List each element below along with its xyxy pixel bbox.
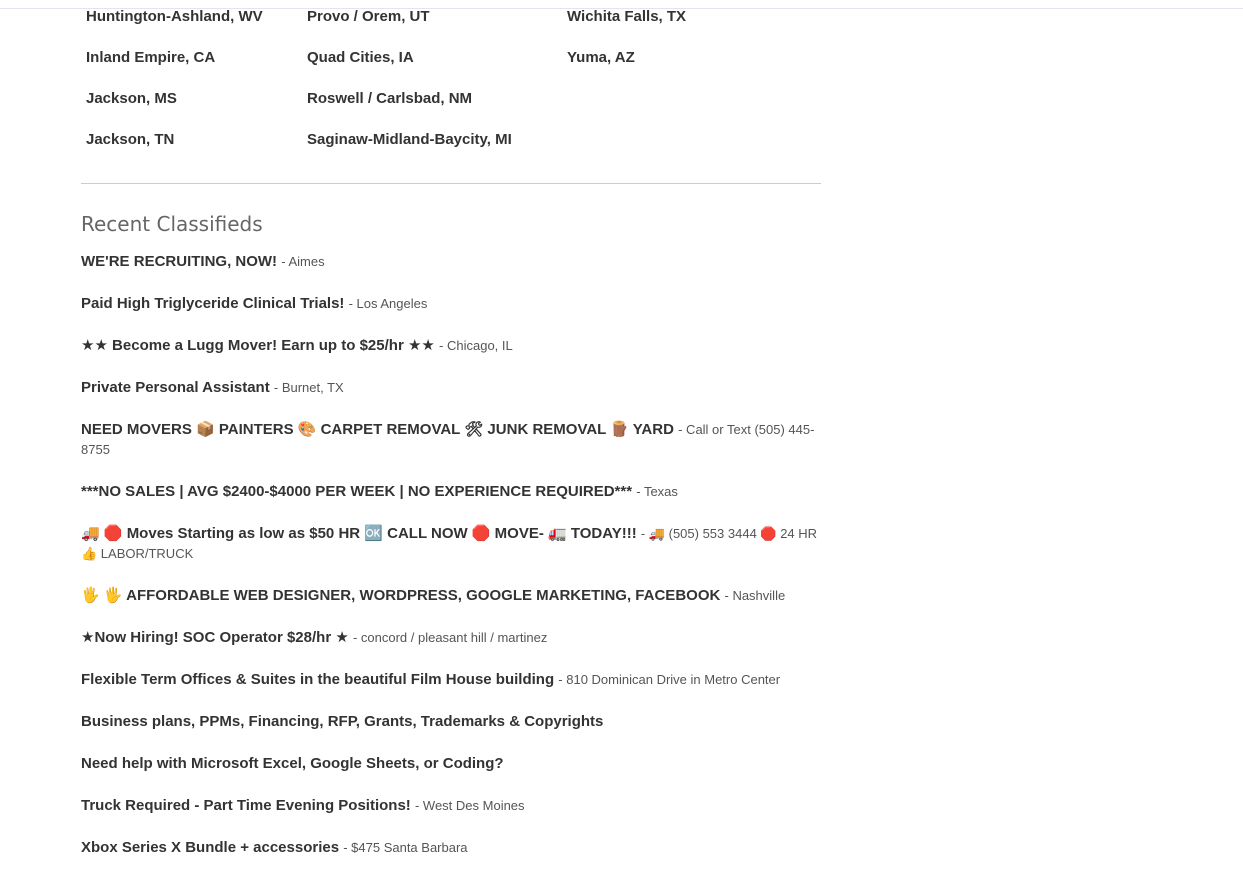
list-item: Truck Required - Part Time Evening Posit… [81,796,821,816]
list-item: ***NO SALES | AVG $2400-$4000 PER WEEK |… [81,482,821,502]
city-link[interactable]: Quad Cities, IA [307,49,512,90]
list-item: Xbox Series X Bundle + accessories - $47… [81,838,821,858]
listing-title-link[interactable]: NEED MOVERS 📦 PAINTERS 🎨 CARPET REMOVAL … [81,421,674,438]
listing-location: - concord / pleasant hill / martinez [352,630,548,645]
listing-title-link[interactable]: Flexible Term Offices & Suites in the be… [81,671,554,688]
city-link[interactable]: Jackson, MS [86,90,263,131]
listing-location: - Los Angeles [348,296,428,311]
listing-location: - Chicago, IL [439,338,513,353]
city-link[interactable]: Roswell / Carlsbad, NM [307,90,512,131]
city-link[interactable]: Huntington-Ashland, WV [86,8,263,49]
list-item: 🚚 🛑 Moves Starting as low as $50 HR 🆗 CA… [81,524,821,564]
list-item: WE'RE RECRUITING, NOW! - Aimes [81,252,821,272]
city-directory: Huntington-Ashland, WV Inland Empire, CA… [81,0,821,184]
listing-location: - Burnet, TX [273,380,344,395]
city-link[interactable]: Wichita Falls, TX [567,8,686,49]
main-content: Huntington-Ashland, WV Inland Empire, CA… [81,0,821,880]
city-link[interactable]: Saginaw-Midland-Baycity, MI [307,131,512,172]
listing-location: - Nashville [724,588,786,603]
city-column-1: Huntington-Ashland, WV Inland Empire, CA… [86,8,263,172]
list-item: NEED MOVERS 📦 PAINTERS 🎨 CARPET REMOVAL … [81,420,821,460]
listing-title-link[interactable]: Xbox Series X Bundle + accessories [81,839,339,856]
listing-title-link[interactable]: WE'RE RECRUITING, NOW! [81,253,277,270]
listing-location: - $475 Santa Barbara [343,840,468,855]
list-item: Private Personal Assistant - Burnet, TX [81,378,821,398]
city-link[interactable]: Provo / Orem, UT [307,8,512,49]
listing-location: - West Des Moines [414,798,525,813]
section-title: Recent Classifieds [81,212,263,236]
listing-title-link[interactable]: Business plans, PPMs, Financing, RFP, Gr… [81,713,603,730]
list-item: Paid High Triglyceride Clinical Trials! … [81,294,821,314]
listing-title-link[interactable]: 🖐 🖐 AFFORDABLE WEB DESIGNER, WORDPRESS, … [81,587,720,604]
list-item: Business plans, PPMs, Financing, RFP, Gr… [81,712,821,732]
listing-location: - 810 Dominican Drive in Metro Center [558,672,781,687]
listing-location: - Aimes [281,254,325,269]
list-item: Flexible Term Offices & Suites in the be… [81,670,821,690]
listing-title-link[interactable]: 🚚 🛑 Moves Starting as low as $50 HR 🆗 CA… [81,525,637,542]
listing-location: - Texas [636,484,678,499]
list-item: ★Now Hiring! SOC Operator $28/hr ★ - con… [81,628,821,648]
city-column-2: Provo / Orem, UT Quad Cities, IA Roswell… [307,8,512,172]
listing-title-link[interactable]: ★Now Hiring! SOC Operator $28/hr ★ [81,629,349,646]
city-link[interactable]: Yuma, AZ [567,49,686,90]
classifieds-list: WE'RE RECRUITING, NOW! - Aimes Paid High… [81,252,821,858]
list-item: ★★ Become a Lugg Mover! Earn up to $25/h… [81,336,821,356]
list-item: Need help with Microsoft Excel, Google S… [81,754,821,774]
list-item: 🖐 🖐 AFFORDABLE WEB DESIGNER, WORDPRESS, … [81,586,821,606]
listing-title-link[interactable]: Private Personal Assistant [81,379,270,396]
listing-title-link[interactable]: Need help with Microsoft Excel, Google S… [81,755,504,772]
city-column-3: Wichita Falls, TX Yuma, AZ [567,8,686,90]
listing-title-link[interactable]: Paid High Triglyceride Clinical Trials! [81,295,344,312]
listing-title-link[interactable]: ★★ Become a Lugg Mover! Earn up to $25/h… [81,337,435,354]
city-link[interactable]: Jackson, TN [86,131,263,172]
city-link[interactable]: Inland Empire, CA [86,49,263,90]
listing-title-link[interactable]: ***NO SALES | AVG $2400-$4000 PER WEEK |… [81,483,632,500]
listing-title-link[interactable]: Truck Required - Part Time Evening Posit… [81,797,411,814]
